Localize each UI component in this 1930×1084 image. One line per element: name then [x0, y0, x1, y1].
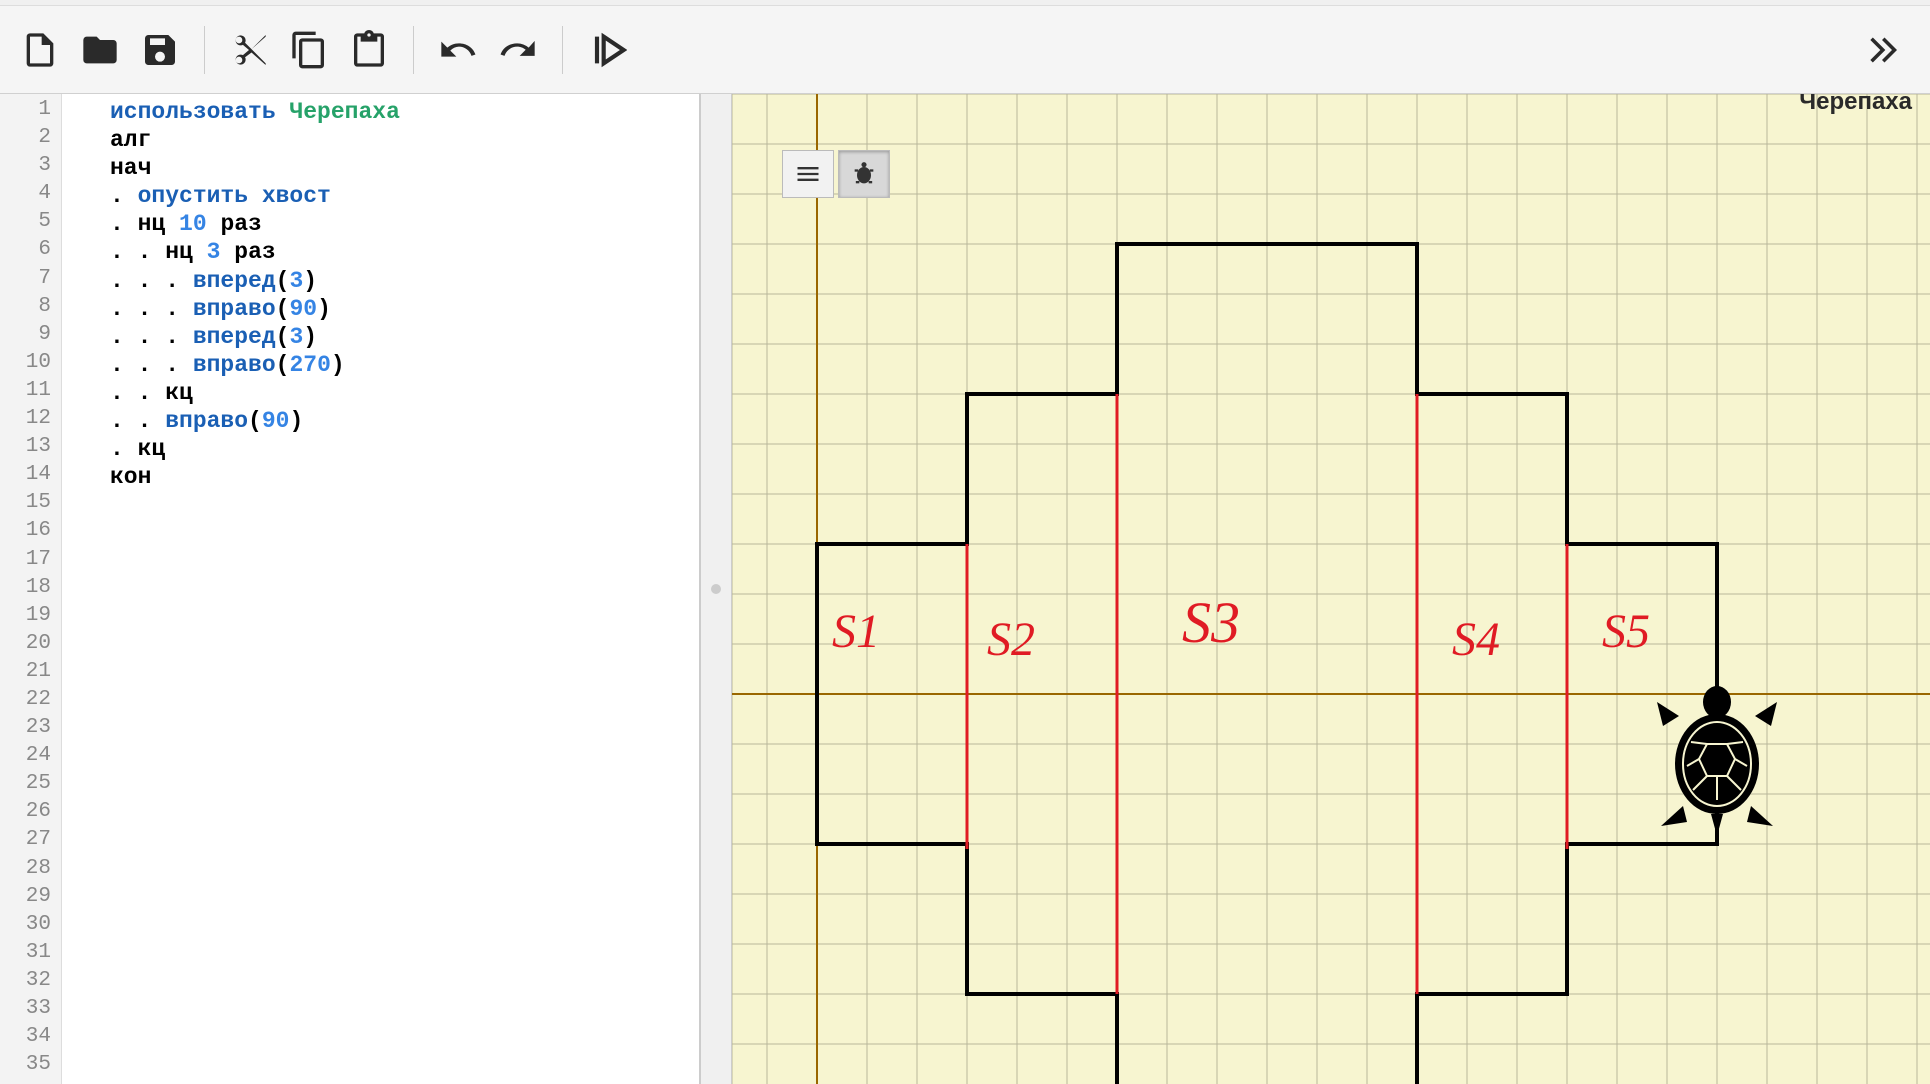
code-line[interactable]: . . . вправо(270)	[110, 351, 691, 379]
panel-splitter[interactable]	[700, 94, 732, 1084]
cut-button[interactable]	[221, 22, 277, 78]
line-number: 2	[0, 126, 61, 154]
turtle-canvas[interactable]	[732, 94, 1930, 1084]
line-number: 30	[0, 913, 61, 941]
code-line[interactable]: . нц 10 раз	[110, 210, 691, 238]
code-line[interactable]: . . . вперед(3)	[110, 267, 691, 295]
line-number: 12	[0, 407, 61, 435]
new-file-icon	[20, 30, 60, 70]
copy-button[interactable]	[281, 22, 337, 78]
code-line[interactable]: . . нц 3 раз	[110, 238, 691, 266]
toolbar-separator	[204, 26, 205, 74]
canvas-turtle-toggle[interactable]	[838, 150, 890, 198]
line-number: 4	[0, 182, 61, 210]
undo-icon	[438, 30, 478, 70]
line-number: 33	[0, 997, 61, 1025]
line-number: 16	[0, 519, 61, 547]
line-number: 22	[0, 688, 61, 716]
line-number: 9	[0, 323, 61, 351]
code-area[interactable]: использовать Черепахаалгнач. опустить хв…	[62, 94, 699, 1084]
code-line[interactable]: . . . вперед(3)	[110, 323, 691, 351]
line-number: 35	[0, 1053, 61, 1081]
line-number: 17	[0, 548, 61, 576]
line-number: 27	[0, 828, 61, 856]
code-line[interactable]: нач	[110, 154, 691, 182]
turtle-canvas-panel: Черепаха	[732, 94, 1930, 1084]
code-line[interactable]: . опустить хвост	[110, 182, 691, 210]
cut-icon	[229, 30, 269, 70]
line-number: 24	[0, 744, 61, 772]
line-number: 31	[0, 941, 61, 969]
run-icon	[587, 30, 627, 70]
code-line[interactable]: алг	[110, 126, 691, 154]
code-line[interactable]: . . кц	[110, 379, 691, 407]
code-editor-panel: 1234567891011121314151617181920212223242…	[0, 94, 700, 1084]
line-number: 1	[0, 98, 61, 126]
line-number: 11	[0, 379, 61, 407]
hamburger-icon	[794, 160, 822, 188]
toolbar-separator	[562, 26, 563, 74]
line-number: 7	[0, 267, 61, 295]
new-file-button[interactable]	[12, 22, 68, 78]
line-number: 15	[0, 491, 61, 519]
line-number: 13	[0, 435, 61, 463]
more-button[interactable]	[1854, 22, 1910, 78]
line-number: 21	[0, 660, 61, 688]
line-number: 6	[0, 238, 61, 266]
line-number: 8	[0, 295, 61, 323]
redo-icon	[498, 30, 538, 70]
undo-button[interactable]	[430, 22, 486, 78]
line-number: 19	[0, 604, 61, 632]
code-line[interactable]: . . вправо(90)	[110, 407, 691, 435]
main-split: 1234567891011121314151617181920212223242…	[0, 94, 1930, 1084]
line-number: 20	[0, 632, 61, 660]
line-number: 10	[0, 351, 61, 379]
main-toolbar	[0, 6, 1930, 94]
turtle-sprite	[1657, 686, 1777, 836]
canvas-controls	[782, 150, 890, 198]
line-number: 3	[0, 154, 61, 182]
line-number: 25	[0, 772, 61, 800]
canvas-title: Черепаха	[1799, 94, 1912, 116]
redo-button[interactable]	[490, 22, 546, 78]
open-folder-icon	[80, 30, 120, 70]
line-number: 29	[0, 885, 61, 913]
line-number: 14	[0, 463, 61, 491]
line-number: 28	[0, 857, 61, 885]
line-number: 32	[0, 969, 61, 997]
turtle-small-icon	[850, 160, 878, 188]
code-line[interactable]: . . . вправо(90)	[110, 295, 691, 323]
paste-button[interactable]	[341, 22, 397, 78]
paste-icon	[349, 30, 389, 70]
save-icon	[140, 30, 180, 70]
line-number: 23	[0, 716, 61, 744]
chevron-double-right-icon	[1862, 30, 1902, 70]
code-line[interactable]: . кц	[110, 435, 691, 463]
line-number: 34	[0, 1025, 61, 1053]
line-number: 18	[0, 576, 61, 604]
line-number: 5	[0, 210, 61, 238]
line-gutter: 1234567891011121314151617181920212223242…	[0, 94, 62, 1084]
code-line[interactable]: использовать Черепаха	[110, 98, 691, 126]
open-file-button[interactable]	[72, 22, 128, 78]
run-button[interactable]	[579, 22, 635, 78]
toolbar-separator	[413, 26, 414, 74]
line-number: 26	[0, 800, 61, 828]
canvas-menu-button[interactable]	[782, 150, 834, 198]
code-line[interactable]: кон	[110, 463, 691, 491]
save-file-button[interactable]	[132, 22, 188, 78]
canvas-svg	[732, 94, 1930, 1084]
copy-icon	[289, 30, 329, 70]
